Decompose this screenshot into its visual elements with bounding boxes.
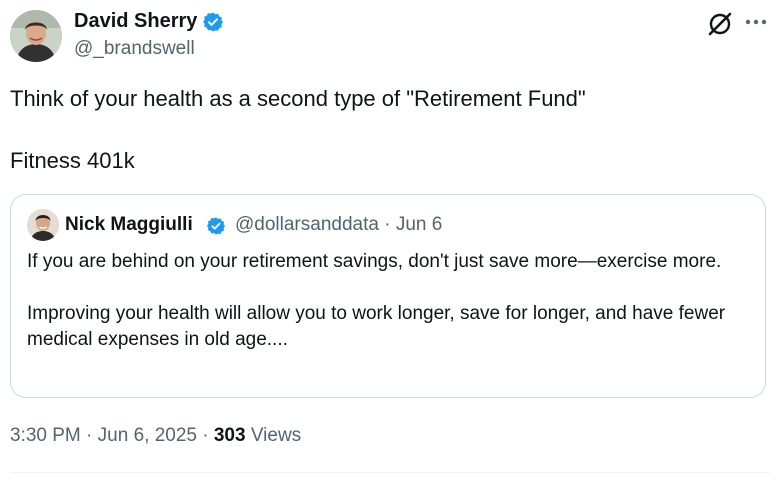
meta-separator: · xyxy=(86,425,93,446)
tweet-date[interactable]: Jun 6, 2025 xyxy=(98,425,197,446)
grok-icon[interactable] xyxy=(706,10,734,38)
quoted-author-avatar-image xyxy=(27,209,59,241)
author-avatar-image xyxy=(10,10,62,62)
more-icon[interactable] xyxy=(742,10,770,34)
tweet-footer: 3:30 PM · Jun 6, 2025 · 303 Views xyxy=(10,424,301,448)
tweet-text-line: Fitness 401k xyxy=(10,148,135,173)
quoted-paragraph: Improving your health will allow you to … xyxy=(27,303,726,350)
quoted-paragraph: If you are behind on your retirement sav… xyxy=(27,251,722,272)
author-name[interactable]: David Sherry xyxy=(74,8,197,34)
quoted-text: If you are behind on your retirement sav… xyxy=(27,249,747,353)
tweet-text: Think of your health as a second type of… xyxy=(10,84,770,176)
meta-separator: · xyxy=(384,214,391,235)
verified-badge-icon xyxy=(203,12,223,32)
tweet-time[interactable]: 3:30 PM xyxy=(10,425,81,446)
quoted-author-name[interactable]: Nick Maggiulli xyxy=(65,213,193,237)
quoted-author-handle[interactable]: @dollarsanddata xyxy=(235,214,379,235)
tweet: David Sherry @_brandswell Think of your … xyxy=(0,0,780,484)
quoted-meta: @dollarsanddata · Jun 6 xyxy=(235,213,442,237)
quoted-author-avatar[interactable] xyxy=(27,209,59,241)
quoted-tweet-card[interactable]: Nick Maggiulli @dollarsanddata · Jun 6 I… xyxy=(10,194,766,398)
views-label: Views xyxy=(250,425,302,446)
tweet-text-line: Think of your health as a second type of… xyxy=(10,86,586,111)
author-avatar[interactable] xyxy=(10,10,62,62)
author-handle[interactable]: @_brandswell xyxy=(74,37,195,61)
views-count[interactable]: 303 xyxy=(214,425,246,446)
divider xyxy=(10,472,770,473)
verified-badge-icon xyxy=(206,217,226,235)
quoted-date[interactable]: Jun 6 xyxy=(396,214,442,235)
meta-separator: · xyxy=(202,425,209,446)
